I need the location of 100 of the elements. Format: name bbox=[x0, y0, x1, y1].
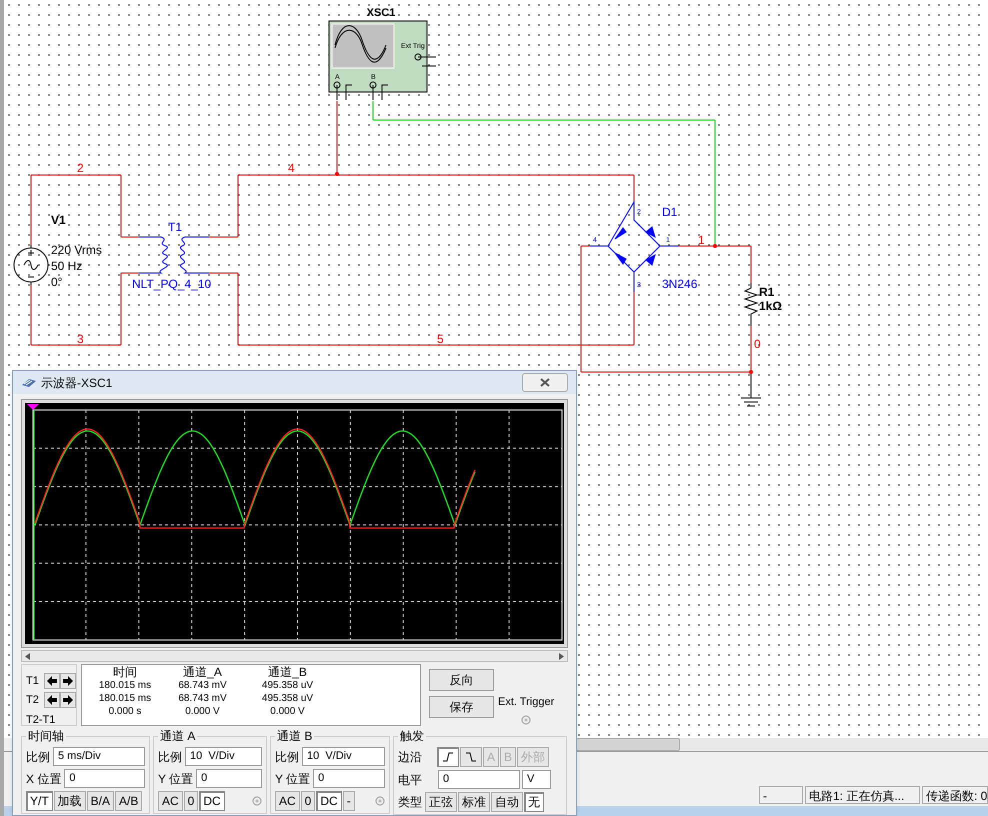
toggle-button[interactable]: A/B bbox=[115, 791, 142, 811]
oscilloscope-icon bbox=[21, 376, 37, 389]
trigger-marker-icon bbox=[27, 404, 39, 410]
group-title: 通道 A bbox=[158, 728, 198, 744]
group-title: 通道 B bbox=[275, 728, 314, 744]
toggle-button[interactable]: Y/T bbox=[26, 791, 53, 811]
edge-button[interactable] bbox=[437, 747, 459, 767]
toggle-button[interactable]: 加载 bbox=[54, 791, 86, 811]
net-label: 4 bbox=[288, 161, 295, 175]
component-value: 3N246 bbox=[662, 277, 698, 291]
toggle-button[interactable]: DC bbox=[199, 791, 225, 811]
radio-icon bbox=[252, 796, 262, 806]
toggle-button[interactable]: DC bbox=[316, 791, 342, 811]
net-label: 3 bbox=[77, 332, 84, 346]
table-cell-text: 180.015 ms bbox=[98, 692, 152, 705]
falling-edge-icon bbox=[465, 752, 477, 762]
arrow-left-icon bbox=[47, 694, 57, 705]
table-cell-text: 68.743 mV bbox=[177, 679, 228, 692]
input-field[interactable]: 5 ms/Div bbox=[53, 747, 145, 766]
scroll-left-icon bbox=[25, 652, 30, 660]
status-cell: 电路1: 正在仿真... bbox=[805, 786, 920, 804]
field-label: Y 位置 bbox=[158, 770, 194, 788]
net-label: 0 bbox=[754, 337, 761, 351]
radio-icon bbox=[375, 796, 385, 806]
component-value: 1kΩ bbox=[759, 299, 782, 313]
component-label: D1 bbox=[662, 205, 678, 219]
component-value: 0° bbox=[51, 275, 62, 289]
cursor-left-button[interactable] bbox=[44, 673, 60, 690]
ground-icon bbox=[740, 398, 762, 406]
action-button[interactable]: 反向 bbox=[429, 669, 494, 691]
instrument-label: XSC1 bbox=[366, 7, 396, 19]
ext-trigger-label: Ext. Trigger bbox=[498, 695, 554, 710]
toggle-button[interactable]: 0 bbox=[184, 791, 198, 811]
field-label: Y 位置 bbox=[275, 770, 310, 788]
window-title: 示波器-XSC1 bbox=[41, 374, 112, 392]
input-field[interactable]: 10 V/Div bbox=[302, 747, 385, 766]
table-cell-text: 495.358 uV bbox=[260, 679, 314, 692]
cursor-right-button[interactable] bbox=[60, 673, 76, 690]
toggle-button[interactable]: 无 bbox=[524, 792, 544, 812]
input-field[interactable]: 0 bbox=[438, 770, 520, 789]
field-label: 边沿 bbox=[398, 749, 422, 766]
group-title: 时间轴 bbox=[26, 728, 66, 744]
toggle-button[interactable]: - bbox=[342, 791, 355, 811]
cursor-label: T2-T1 bbox=[26, 713, 56, 728]
component-value: 220 Vrms bbox=[51, 243, 102, 257]
component-label: T1 bbox=[168, 220, 182, 234]
input-field[interactable]: 0 bbox=[64, 769, 145, 788]
net-label: 1 bbox=[698, 233, 705, 247]
column-header: 通道_B bbox=[267, 666, 308, 679]
toggle-button[interactable]: AC bbox=[275, 791, 300, 811]
cursor-left-button[interactable] bbox=[44, 692, 60, 708]
edge-button[interactable] bbox=[460, 747, 482, 767]
arrow-left-icon bbox=[47, 676, 57, 686]
toggle-button[interactable]: 自动 bbox=[491, 792, 523, 812]
toggle-button[interactable]: AC bbox=[158, 791, 183, 811]
input-field[interactable]: 10 V/Div bbox=[185, 747, 262, 766]
table-cell-text: 68.743 mV bbox=[177, 692, 228, 705]
input-field[interactable]: 0 bbox=[313, 769, 385, 788]
rising-edge-icon bbox=[442, 752, 454, 762]
action-button[interactable]: 保存 bbox=[429, 696, 494, 718]
transformer-drawing bbox=[138, 236, 210, 274]
scrollbar-thumb[interactable] bbox=[574, 738, 680, 751]
field-label: 电平 bbox=[398, 772, 422, 788]
table-cell-text: 180.015 ms bbox=[98, 679, 152, 692]
component-value: 50 Hz bbox=[51, 259, 82, 273]
cursor-right-button[interactable] bbox=[60, 692, 76, 708]
component-value: NLT_PQ_4_10 bbox=[132, 277, 212, 291]
junction-dot bbox=[335, 172, 339, 176]
scroll-right-icon bbox=[559, 652, 564, 660]
cursor-label: T1 bbox=[26, 674, 40, 689]
field-label: 比例 bbox=[275, 748, 299, 766]
junction-dot bbox=[749, 370, 753, 374]
toggle-button[interactable]: 0 bbox=[300, 791, 316, 811]
toggle-button[interactable]: 正弦 bbox=[425, 792, 457, 812]
field-label: 比例 bbox=[26, 748, 50, 766]
input-field[interactable]: V bbox=[522, 770, 551, 789]
input-field[interactable]: 0 bbox=[196, 769, 262, 788]
horizontal-scrollbar[interactable] bbox=[21, 650, 568, 662]
toggle-button[interactable]: B/A bbox=[86, 791, 114, 811]
column-header: 时间 bbox=[112, 666, 138, 679]
junction-dot bbox=[713, 244, 717, 248]
resistor-drawing bbox=[743, 282, 759, 326]
close-icon bbox=[540, 378, 550, 388]
component-label: V1 bbox=[51, 213, 66, 227]
radio-icon bbox=[521, 714, 532, 724]
status-cell: - bbox=[759, 786, 803, 804]
status-cell: 传递函数: 0. bbox=[922, 786, 988, 804]
table-cell-text: 0.000 V bbox=[184, 705, 221, 718]
canvas-scrollbar[interactable] bbox=[574, 738, 988, 751]
ac-source-drawing bbox=[14, 244, 48, 286]
arrow-right-icon bbox=[63, 694, 73, 705]
arrow-right-icon bbox=[63, 676, 73, 686]
table-cell-text: 0.000 V bbox=[269, 705, 306, 718]
group-title: 触发 bbox=[398, 728, 426, 744]
component-label: R1 bbox=[759, 285, 774, 299]
toggle-button[interactable]: 标准 bbox=[458, 792, 490, 812]
close-button[interactable] bbox=[522, 373, 568, 392]
net-label: 2 bbox=[77, 161, 84, 175]
field-label: 类型 bbox=[398, 794, 422, 811]
field-label: 比例 bbox=[158, 748, 182, 766]
